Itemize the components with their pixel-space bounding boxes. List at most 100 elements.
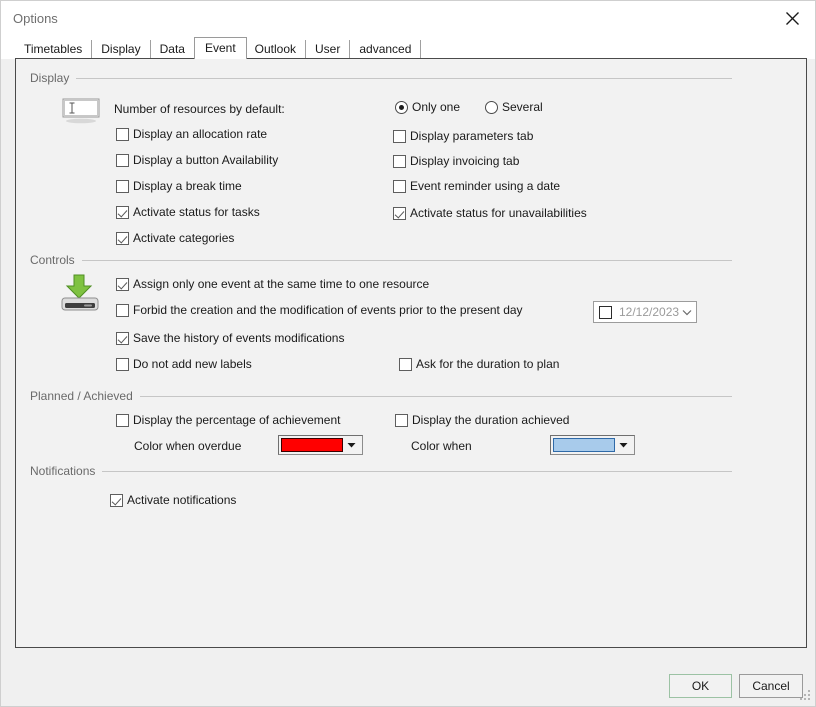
checkbox-box bbox=[116, 180, 129, 193]
checkbox-label: Display a break time bbox=[133, 179, 242, 193]
checkbox-label: Event reminder using a date bbox=[410, 179, 561, 193]
group-rule bbox=[139, 395, 732, 397]
checkbox-display-percentage-achievement[interactable]: Display the percentage of achievement bbox=[116, 414, 340, 427]
checkbox-box bbox=[393, 180, 406, 193]
title-bar: Options bbox=[1, 1, 815, 35]
resize-grip[interactable] bbox=[799, 690, 812, 703]
checkbox-box bbox=[116, 278, 129, 291]
checkbox-box bbox=[116, 206, 129, 219]
checkbox-box bbox=[393, 130, 406, 143]
radio-label: Several bbox=[502, 100, 543, 114]
checkbox-label: Save the history of events modifications bbox=[133, 331, 345, 345]
checkbox-label: Display invoicing tab bbox=[410, 154, 520, 168]
checkbox-activate-status-tasks[interactable]: Activate status for tasks bbox=[116, 206, 260, 219]
color-overdue-label: Color when overdue bbox=[134, 439, 242, 453]
window-title: Options bbox=[13, 11, 58, 26]
color-swatch-overdue bbox=[281, 438, 343, 452]
date-picker-checkbox[interactable] bbox=[599, 305, 612, 319]
radio-label: Only one bbox=[412, 100, 461, 114]
date-picker-present-day[interactable]: 12/12/2023 bbox=[593, 301, 697, 323]
group-label-notifications: Notifications bbox=[30, 464, 96, 478]
checkbox-label: Activate notifications bbox=[127, 493, 237, 507]
date-picker-value: 12/12/2023 bbox=[619, 305, 680, 319]
checkbox-box bbox=[116, 414, 129, 427]
checkbox-save-history[interactable]: Save the history of events modifications bbox=[116, 332, 344, 345]
group-header-notifications: Notifications bbox=[30, 464, 732, 478]
color-when-label: Color when bbox=[411, 439, 472, 453]
checkbox-do-not-add-labels[interactable]: Do not add new labels bbox=[116, 358, 252, 371]
radio-indicator bbox=[485, 101, 498, 114]
checkbox-box bbox=[116, 154, 129, 167]
checkbox-display-allocation-rate[interactable]: Display an allocation rate bbox=[116, 128, 267, 141]
group-header-planned-achieved: Planned / Achieved bbox=[30, 389, 732, 403]
checkbox-label: Assign only one event at the same time t… bbox=[133, 277, 430, 291]
group-label-display: Display bbox=[30, 71, 70, 85]
checkbox-event-reminder-date[interactable]: Event reminder using a date bbox=[393, 180, 560, 193]
dropdown-arrow-icon[interactable] bbox=[615, 437, 632, 453]
checkbox-label: Activate categories bbox=[133, 231, 235, 245]
tab-display[interactable]: Display bbox=[92, 40, 151, 59]
checkbox-display-invoicing-tab[interactable]: Display invoicing tab bbox=[393, 155, 519, 168]
checkbox-box bbox=[116, 358, 129, 371]
color-swatch-when bbox=[553, 438, 615, 452]
tab-content-event: Display Number of resources by default: … bbox=[15, 58, 807, 648]
checkbox-label: Activate status for unavailabilities bbox=[410, 206, 587, 220]
tab-outlook[interactable]: Outlook bbox=[246, 40, 307, 59]
tab-strip: Timetables Display Data Event Outlook User adv… bbox=[1, 35, 815, 59]
checkbox-box bbox=[116, 332, 129, 345]
checkbox-display-break-time[interactable]: Display a break time bbox=[116, 180, 242, 193]
group-rule bbox=[102, 470, 732, 472]
checkbox-display-parameters-tab[interactable]: Display parameters tab bbox=[393, 130, 533, 143]
checkbox-label: Forbid the creation and the modification… bbox=[133, 303, 523, 317]
save-drive-icon bbox=[60, 273, 100, 316]
checkbox-forbid-past-events[interactable]: Forbid the creation and the modification… bbox=[116, 304, 523, 317]
checkbox-label: Display a button Availability bbox=[133, 153, 279, 167]
chevron-down-icon[interactable] bbox=[679, 309, 695, 316]
checkbox-box bbox=[399, 358, 412, 371]
checkbox-label: Do not add new labels bbox=[133, 357, 252, 371]
tab-data[interactable]: Data bbox=[151, 40, 195, 59]
group-label-controls: Controls bbox=[30, 253, 75, 267]
ok-button[interactable]: OK bbox=[669, 674, 732, 698]
close-icon bbox=[785, 11, 800, 26]
group-rule bbox=[81, 259, 732, 261]
checkbox-label: Display the percentage of achievement bbox=[133, 413, 341, 427]
checkbox-label: Activate status for tasks bbox=[133, 205, 260, 219]
checkbox-box bbox=[110, 494, 123, 507]
radio-several[interactable]: Several bbox=[485, 101, 543, 114]
group-header-display: Display bbox=[30, 71, 732, 85]
checkbox-label: Display the duration achieved bbox=[412, 413, 570, 427]
checkbox-box bbox=[116, 232, 129, 245]
close-button[interactable] bbox=[769, 1, 815, 35]
checkbox-box bbox=[393, 207, 406, 220]
checkbox-assign-one-event[interactable]: Assign only one event at the same time t… bbox=[116, 278, 429, 291]
checkbox-label: Ask for the duration to plan bbox=[416, 357, 560, 371]
tab-event[interactable]: Event bbox=[193, 37, 247, 59]
dropdown-arrow-icon[interactable] bbox=[343, 437, 360, 453]
color-picker-when[interactable] bbox=[550, 435, 635, 455]
text-field-icon bbox=[60, 97, 102, 130]
checkbox-display-button-availability[interactable]: Display a button Availability bbox=[116, 154, 278, 167]
checkbox-box bbox=[116, 128, 129, 141]
color-picker-overdue[interactable] bbox=[278, 435, 363, 455]
tab-timetables[interactable]: Timetables bbox=[15, 40, 93, 59]
radio-indicator bbox=[395, 101, 408, 114]
cancel-button[interactable]: Cancel bbox=[739, 674, 803, 698]
tab-list: Timetables Display Data Event Outlook User adv… bbox=[15, 37, 422, 59]
checkbox-activate-status-unavailabilities[interactable]: Activate status for unavailabilities bbox=[393, 207, 587, 220]
group-rule bbox=[76, 77, 732, 79]
radio-only-one[interactable]: Only one bbox=[395, 101, 460, 114]
checkbox-ask-duration-to-plan[interactable]: Ask for the duration to plan bbox=[399, 358, 559, 371]
tab-user[interactable]: User bbox=[306, 40, 351, 59]
group-header-controls: Controls bbox=[30, 253, 732, 267]
checkbox-box bbox=[395, 414, 408, 427]
options-dialog: Options Timetables Display Data Event Outloo… bbox=[0, 0, 816, 707]
checkbox-activate-notifications[interactable]: Activate notifications bbox=[110, 494, 236, 507]
checkbox-display-duration-achieved[interactable]: Display the duration achieved bbox=[395, 414, 569, 427]
resources-default-label: Number of resources by default: bbox=[114, 102, 285, 116]
checkbox-activate-categories[interactable]: Activate categories bbox=[116, 232, 234, 245]
checkbox-label: Display an allocation rate bbox=[133, 127, 268, 141]
checkbox-box bbox=[116, 304, 129, 317]
checkbox-label: Display parameters tab bbox=[410, 129, 534, 143]
tab-advanced[interactable]: advanced bbox=[350, 40, 422, 59]
